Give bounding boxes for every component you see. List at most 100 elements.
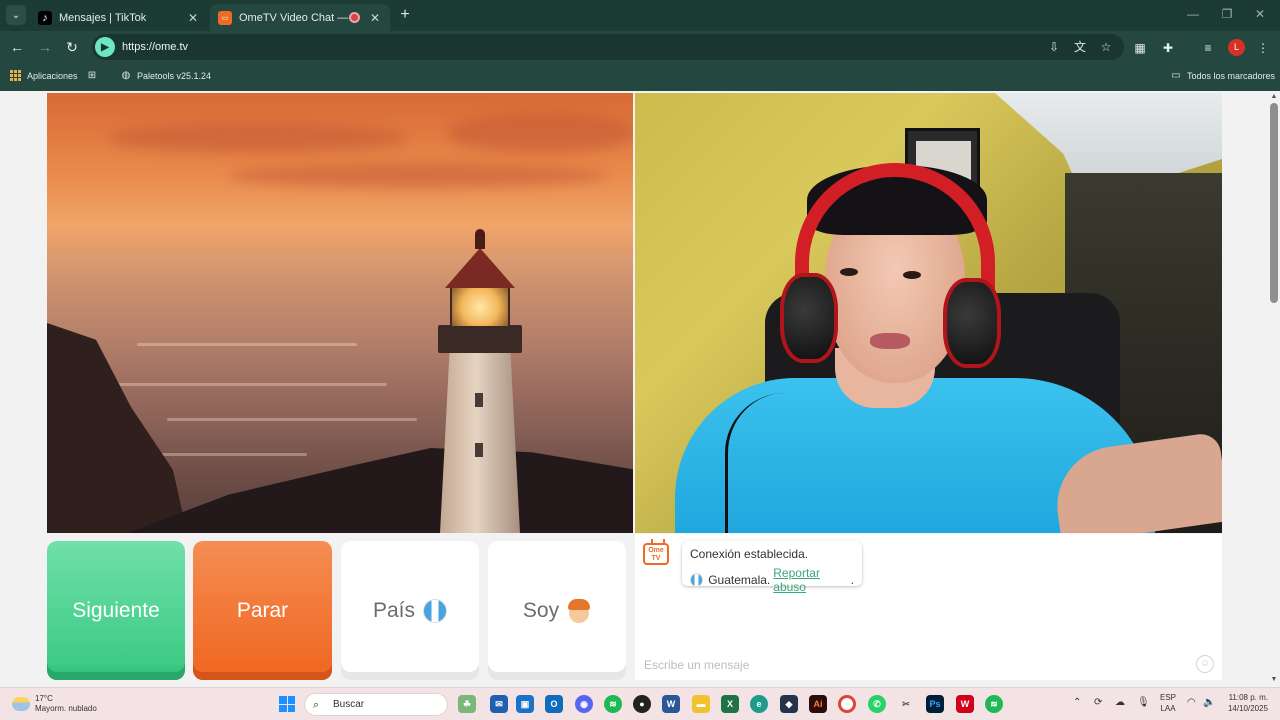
clock[interactable]: 11:08 p. m. 14/10/2025 <box>1222 692 1268 714</box>
folder-icon: ▭ <box>1171 70 1181 81</box>
ometv-favicon-icon: ▭ <box>218 10 232 25</box>
tab-strip: ⌄ ♪ Mensajes | TikTok ✕ ▭ OmeTV Video Ch… <box>0 0 1280 31</box>
volume-icon[interactable]: 🔈 <box>1203 697 1215 708</box>
app-icon[interactable]: ◆ <box>780 695 798 713</box>
bookmark-grid-icon[interactable]: ⊞ <box>86 70 103 82</box>
scroll-down-arrow-icon[interactable]: ▼ <box>1270 676 1278 683</box>
remote-video <box>635 93 1222 533</box>
media-controls-icon[interactable]: ≡ <box>1199 39 1217 57</box>
forward-icon[interactable]: → <box>36 38 54 56</box>
site-info-icon[interactable]: ▶ <box>95 37 115 57</box>
wifi-icon[interactable]: ◠ <box>1187 697 1196 708</box>
chrome-icon[interactable] <box>838 695 856 713</box>
translate-icon[interactable]: 文 <box>1072 39 1088 55</box>
start-windows-icon[interactable] <box>279 696 295 712</box>
next-button[interactable]: Siguiente <box>47 541 185 680</box>
temperature: 17°C <box>35 694 53 703</box>
onedrive-icon[interactable]: ☁ <box>1115 697 1125 708</box>
system-message: Conexión establecida. Guatemala. Reporta… <box>682 541 862 594</box>
tray-chevron-icon[interactable]: ⌃ <box>1073 697 1081 708</box>
microphone-icon[interactable]: 🎙 <box>1137 697 1150 708</box>
minimize-icon[interactable]: — <box>1183 7 1203 21</box>
photoshop-icon[interactable]: Ps <box>926 695 944 713</box>
local-video <box>47 93 633 533</box>
discord-icon[interactable]: ◉ <box>575 695 593 713</box>
weather-widget[interactable]: 17°C Mayorm. nublado <box>12 694 97 714</box>
tray-sync-icon[interactable]: ⟳ <box>1094 697 1102 708</box>
url-text[interactable]: https://ome.tv <box>122 41 188 53</box>
profile-avatar[interactable]: L <box>1228 39 1245 56</box>
emoji-picker-icon[interactable]: ☺ <box>1196 655 1214 673</box>
close-tab-icon[interactable]: ✕ <box>186 11 200 25</box>
steam-icon[interactable]: ● <box>633 695 651 713</box>
excel-icon[interactable]: X <box>721 695 739 713</box>
next-button-label: Siguiente <box>72 598 160 622</box>
extension-grid-icon[interactable]: ▦ <box>1131 39 1149 57</box>
install-app-icon[interactable]: ⇩ <box>1046 39 1062 55</box>
date: 14/10/2025 <box>1227 704 1268 713</box>
grid-icon: ⊞ <box>87 70 97 81</box>
partly-cloudy-icon <box>12 697 30 711</box>
address-bar[interactable]: ▶ https://ome.tv ⇩ 文 ☆ <box>92 34 1124 60</box>
snipping-tool-icon[interactable]: ✂ <box>897 695 915 713</box>
outlook-icon[interactable]: O <box>545 695 563 713</box>
apps-icon <box>10 70 22 82</box>
search-label: Buscar <box>333 699 365 710</box>
stop-button-label: Parar <box>236 598 289 622</box>
bookmark-label: Aplicaciones <box>27 71 78 81</box>
lang-bottom: LAA <box>1160 704 1176 713</box>
spotify-icon[interactable]: ≋ <box>604 695 622 713</box>
tab-search-chevron-icon[interactable]: ⌄ <box>6 5 26 25</box>
extensions-puzzle-icon[interactable]: ✚ <box>1159 39 1177 57</box>
page-scrollbar[interactable]: ▲ ▼ <box>1270 93 1278 683</box>
bookmark-apps[interactable]: Aplicaciones <box>10 70 78 82</box>
bookmarks-bar: Aplicaciones ⊞ ◍ Paletools v25.1.24 ▭ To… <box>0 63 1280 91</box>
guatemala-flag-icon <box>423 598 448 623</box>
chat-panel: Ome TV Conexión establecida. Guatemala. … <box>635 534 1222 680</box>
lang-top: ESP <box>1159 693 1176 702</box>
boy-emoji-icon <box>567 598 591 623</box>
reload-icon[interactable]: ↻ <box>63 38 81 56</box>
connection-status: Conexión establecida. <box>690 547 809 561</box>
bookmark-star-icon[interactable]: ☆ <box>1098 39 1114 55</box>
bookmark-paletools[interactable]: ◍ Paletools v25.1.24 <box>120 70 211 82</box>
report-abuse-link[interactable]: Reportar abuso <box>773 566 850 594</box>
wps-icon[interactable]: W <box>956 695 974 713</box>
language-indicator[interactable]: ESP LAA <box>1159 692 1177 714</box>
illustrator-icon[interactable]: Ai <box>809 695 827 713</box>
store-icon[interactable]: ▣ <box>516 695 534 713</box>
menu-kebab-icon[interactable]: ⋮ <box>1254 39 1272 57</box>
widgets-icon[interactable]: ☘ <box>458 695 476 713</box>
recording-indicator-icon <box>349 12 360 23</box>
gender-button[interactable]: Soy <box>488 541 626 680</box>
message-input[interactable] <box>644 658 1184 672</box>
tab-title: Mensajes | TikTok <box>59 11 147 24</box>
new-tab-icon[interactable]: + <box>396 6 414 24</box>
time: 11:08 p. m. <box>1228 693 1268 702</box>
close-window-icon[interactable]: ✕ <box>1250 7 1270 21</box>
weather-condition: Mayorm. nublado <box>35 704 97 713</box>
country-filter-button[interactable]: País <box>341 541 479 680</box>
file-explorer-icon[interactable]: ▬ <box>692 695 710 713</box>
taskbar-search[interactable]: ⌕ Buscar <box>304 693 448 716</box>
spotify-2-icon[interactable]: ≋ <box>985 695 1003 713</box>
all-bookmarks[interactable]: ▭ Todos los marcadores <box>1170 70 1275 82</box>
search-icon: ⌕ <box>313 698 320 711</box>
whatsapp-icon[interactable]: ✆ <box>868 695 886 713</box>
close-tab-icon[interactable]: ✕ <box>368 11 382 25</box>
stop-button[interactable]: Parar <box>193 541 332 680</box>
word-icon[interactable]: W <box>662 695 680 713</box>
edge-icon[interactable]: e <box>750 695 768 713</box>
scroll-thumb[interactable] <box>1270 103 1278 303</box>
tab-tiktok[interactable]: ♪ Mensajes | TikTok ✕ <box>30 4 208 31</box>
report-suffix: . <box>850 573 854 587</box>
maximize-icon[interactable]: ❐ <box>1217 7 1237 21</box>
scroll-up-arrow-icon[interactable]: ▲ <box>1270 93 1278 100</box>
gender-button-label: Soy <box>522 598 560 622</box>
tab-ometv[interactable]: ▭ OmeTV Video Chat — Omegl ✕ <box>210 4 390 31</box>
mail-icon[interactable]: ✉ <box>490 695 508 713</box>
globe-icon: ◍ <box>121 70 131 81</box>
back-icon[interactable]: ← <box>8 38 26 56</box>
country-button-label: País <box>372 598 416 622</box>
tiktok-icon: ♪ <box>38 10 52 25</box>
